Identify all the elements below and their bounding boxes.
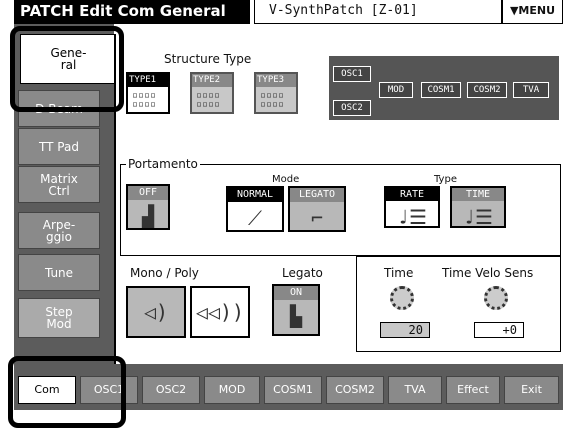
portamento-label: Portamento xyxy=(126,157,200,171)
osc1-node: OSC1 xyxy=(333,66,371,82)
type1-label: TYPE1 xyxy=(128,74,168,87)
mono-button[interactable]: ◁) xyxy=(126,286,186,338)
time-icon: ♩☰ xyxy=(463,205,493,229)
type3-label: TYPE3 xyxy=(256,74,296,87)
screen-title: PATCH Edit Com General xyxy=(14,0,250,24)
switch-icon: ▙ xyxy=(289,304,303,328)
tab-effect[interactable]: Effect xyxy=(446,376,500,404)
mode-normal-label: NORMAL xyxy=(228,188,282,202)
tab-osc2[interactable]: OSC2 xyxy=(142,376,200,404)
structure-diagram-icon: ▫▫▫▫ ▫▫▫▫ xyxy=(260,90,285,110)
portamento-switch-label: OFF xyxy=(128,186,168,200)
time-velo-sens-knob[interactable] xyxy=(484,286,508,310)
mode-label: Mode xyxy=(272,174,300,185)
type-time-button[interactable]: TIME ♩☰ xyxy=(450,186,506,229)
mode-legato-button[interactable]: LEGATO ⌐ xyxy=(288,186,346,232)
cosm1-node: COSM1 xyxy=(421,82,461,98)
tab-tva[interactable]: TVA xyxy=(388,376,442,404)
type2-label: TYPE2 xyxy=(192,74,232,87)
tab-exit[interactable]: Exit xyxy=(504,376,559,404)
side-tab-arpeggio[interactable]: Arpe- ggio xyxy=(18,212,100,249)
time-value[interactable]: 20 xyxy=(380,322,430,338)
mode-legato-label: LEGATO xyxy=(290,188,344,202)
type-rate-label: RATE xyxy=(386,188,438,201)
legato-switch-label: ON xyxy=(274,286,318,300)
time-velo-sens-label: Time Velo Sens xyxy=(442,266,534,280)
tva-node: TVA xyxy=(513,82,549,98)
tab-mod[interactable]: MOD xyxy=(204,376,260,404)
normal-curve-icon: ⟋ xyxy=(248,206,262,230)
side-tab-tt-pad[interactable]: TT Pad xyxy=(18,128,100,165)
osc2-node: OSC2 xyxy=(333,100,371,116)
mono-poly-label: Mono / Poly xyxy=(130,266,199,280)
signal-flow-diagram: OSC1 OSC2 MOD COSM1 COSM2 TVA xyxy=(329,56,559,120)
rate-icon: ♩☰ xyxy=(397,205,427,229)
main-panel: Structure Type TYPE1 ▫▫▫▫ ▫▫▫▫ TYPE2 ▫▫▫▫… xyxy=(114,34,563,364)
legato-switch[interactable]: ON ▙ xyxy=(272,284,320,336)
portamento-switch[interactable]: OFF ▟ xyxy=(126,184,170,230)
legato-curve-icon: ⌐ xyxy=(310,206,324,230)
structure-type3-button[interactable]: TYPE3 ▫▫▫▫ ▫▫▫▫ xyxy=(254,72,298,114)
tab-cosm1[interactable]: COSM1 xyxy=(264,376,322,404)
structure-type1-button[interactable]: TYPE1 ▫▫▫▫ ▫▫▫▫ xyxy=(126,72,170,114)
type-time-label: TIME xyxy=(452,188,504,201)
time-label: Time xyxy=(384,266,414,280)
time-velo-sens-value[interactable]: +0 xyxy=(474,322,524,338)
structure-diagram-icon: ▫▫▫▫ ▫▫▫▫ xyxy=(196,90,221,110)
speaker-poly-icon: ◁◁)) xyxy=(195,300,245,324)
side-tab-matrix-ctrl[interactable]: Matrix Ctrl xyxy=(18,166,100,203)
title-bar: PATCH Edit Com General V-SynthPatch [Z-0… xyxy=(0,0,563,24)
type-label: Type xyxy=(434,174,457,185)
type-rate-button[interactable]: RATE ♩☰ xyxy=(384,186,440,229)
speaker-mono-icon: ◁) xyxy=(143,300,169,324)
switch-icon: ▟ xyxy=(141,204,155,228)
menu-button[interactable]: ▼MENU xyxy=(502,0,563,24)
mod-node: MOD xyxy=(379,82,413,98)
time-knob[interactable] xyxy=(390,286,414,310)
poly-button[interactable]: ◁◁)) xyxy=(190,286,250,338)
highlight-com-tab xyxy=(8,356,126,428)
structure-type-label: Structure Type xyxy=(164,52,252,66)
highlight-general-tab xyxy=(10,26,124,112)
mode-normal-button[interactable]: NORMAL ⟋ xyxy=(226,186,284,232)
patch-name: V-SynthPatch [Z-01] xyxy=(254,0,502,24)
structure-diagram-icon: ▫▫▫▫ ▫▫▫▫ xyxy=(132,90,157,110)
tab-cosm2[interactable]: COSM2 xyxy=(326,376,384,404)
side-tab-step-mod[interactable]: Step Mod xyxy=(18,298,100,338)
cosm2-node: COSM2 xyxy=(467,82,507,98)
structure-type2-button[interactable]: TYPE2 ▫▫▫▫ ▫▫▫▫ xyxy=(190,72,234,114)
side-tab-tune[interactable]: Tune xyxy=(18,254,100,291)
legato-label: Legato xyxy=(282,266,323,280)
